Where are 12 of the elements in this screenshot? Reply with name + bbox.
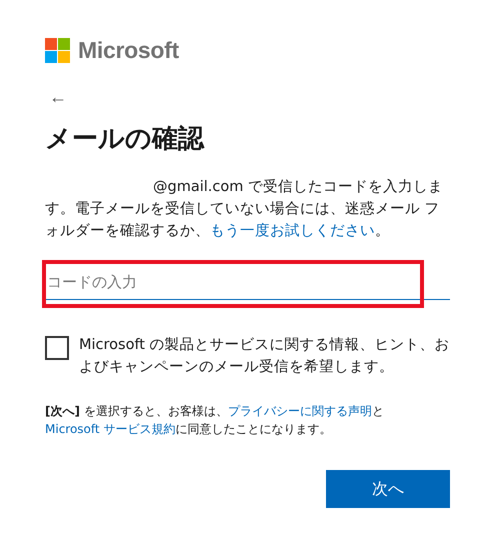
brand-name: Microsoft	[78, 36, 179, 64]
retry-link[interactable]: もう一度お試しください	[210, 223, 375, 239]
legal-text: [次へ] を選択すると、お客様は、プライバシーに関する声明 と Microsoft サービス規約に同意したことになります。	[45, 403, 385, 438]
next-button[interactable]: 次へ	[326, 470, 450, 508]
page-title: メールの確認	[45, 123, 206, 156]
checkbox-label: Microsoft の製品とサービスに関する情報、ヒント、およびキャンペーンのメール受信を希望します。	[79, 336, 450, 377]
policy-link[interactable]: Microsoft サービス規約	[45, 422, 176, 436]
logo-icon	[45, 38, 70, 62]
instruction-text: @gmail.com で受信したコードを入力します。電子メールを受信していない場合には、迷惑メール フォルダーを確認するか、もう一度お試しください。	[45, 178, 444, 241]
policy-link[interactable]: プライバシーに関する声明	[228, 404, 372, 418]
checkbox[interactable]	[45, 336, 69, 360]
back-button[interactable]: ←	[45, 86, 71, 108]
